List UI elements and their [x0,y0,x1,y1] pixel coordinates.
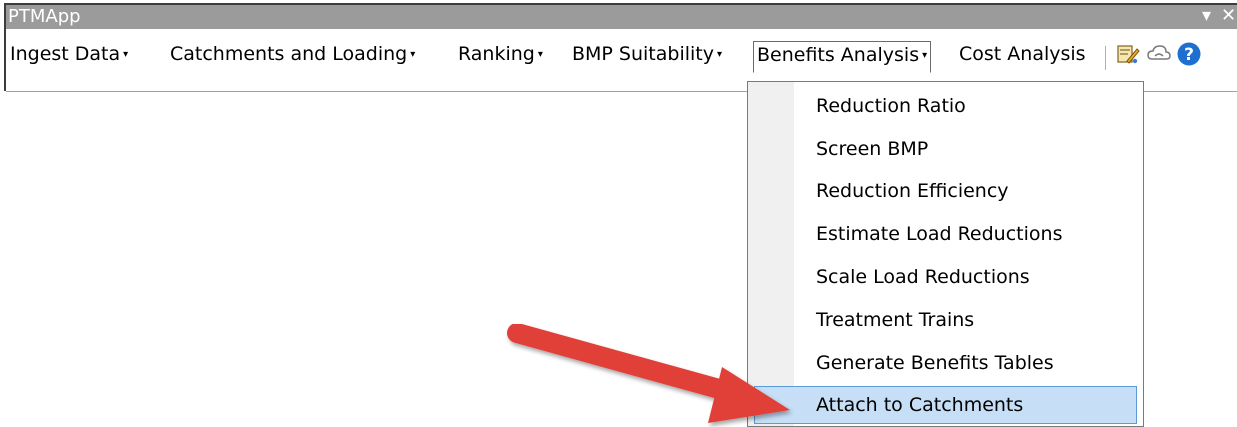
menu-cost-analysis[interactable]: Cost Analysis [959,43,1086,65]
caret-down-icon: ▾ [717,49,723,60]
menu-benefits-analysis[interactable]: Benefits Analysis ▾ [753,41,932,73]
menu-ranking[interactable]: Ranking ▾ [458,43,543,65]
menu-item-screen-bmp[interactable]: Screen BMP [754,130,1137,168]
title-bar: PTMApp ▾ ✕ [6,5,1237,29]
window-title: PTMApp [8,6,81,27]
svg-text:?: ? [1184,45,1194,65]
menu-item-treatment-trains[interactable]: Treatment Trains [754,301,1137,339]
menu-item-generate-benefits-tables[interactable]: Generate Benefits Tables [754,344,1137,382]
caret-down-icon: ▾ [537,49,543,60]
menu-item-scale-load-reductions[interactable]: Scale Load Reductions [754,258,1137,296]
menu-item-attach-to-catchments[interactable]: Attach to Catchments [754,386,1137,424]
menu-ingest-data[interactable]: Ingest Data ▾ [10,43,128,65]
close-icon[interactable]: ✕ [1221,5,1236,26]
menu-item-estimate-load-reductions[interactable]: Estimate Load Reductions [754,215,1137,253]
map-tool-icon[interactable] [1115,41,1141,67]
menu-item-reduction-efficiency[interactable]: Reduction Efficiency [754,172,1137,210]
dropdown-arrow-icon[interactable]: ▾ [1202,5,1211,26]
menu-bmp-suitability[interactable]: BMP Suitability ▾ [572,43,722,65]
menu-catchments-loading[interactable]: Catchments and Loading ▾ [170,43,415,65]
toolbar-separator [1105,46,1106,70]
caret-down-icon: ▾ [922,50,928,61]
benefits-analysis-dropdown: Reduction Ratio Screen BMP Reduction Eff… [747,81,1144,427]
help-icon[interactable]: ? [1176,41,1202,67]
menu-item-reduction-ratio[interactable]: Reduction Ratio [754,87,1137,125]
caret-down-icon: ▾ [410,49,416,60]
cloud-link-icon[interactable] [1146,41,1172,67]
caret-down-icon: ▾ [123,49,129,60]
